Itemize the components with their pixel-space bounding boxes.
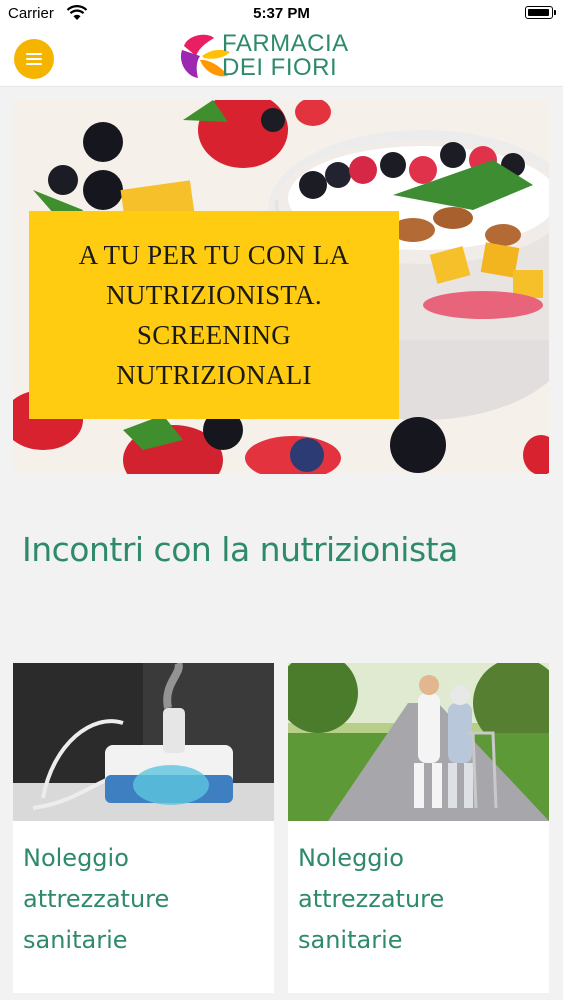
card-rental-equipment-1[interactable]: Noleggio attrezzature sanitarie xyxy=(13,663,274,993)
card-title: Noleggio attrezzature sanitarie xyxy=(298,844,445,954)
hamburger-icon-line xyxy=(26,63,42,65)
hero-banner-text: A TU PER TU CON LA NUTRIZIONISTA. SCREEN… xyxy=(78,240,350,390)
logo-line-2: DEI FIORI xyxy=(222,54,338,81)
app-header: FARMACIA DEI FIORI xyxy=(0,28,563,87)
menu-button[interactable] xyxy=(14,39,54,79)
section-title[interactable]: Incontri con la nutrizionista xyxy=(22,530,552,569)
battery-icon xyxy=(525,6,556,19)
status-bar: Carrier 5:37 PM xyxy=(0,0,563,28)
pharmacy-logo[interactable]: FARMACIA DEI FIORI xyxy=(178,30,368,84)
logo-line-1: FARMACIA xyxy=(222,30,349,57)
hamburger-icon-line xyxy=(26,58,42,60)
logo-text: FARMACIA DEI FIORI xyxy=(222,32,349,80)
hero-banner-image[interactable]: A TU PER TU CON LA NUTRIZIONISTA. SCREEN… xyxy=(13,100,549,474)
hero-banner-box: A TU PER TU CON LA NUTRIZIONISTA. SCREEN… xyxy=(29,211,399,419)
clock: 5:37 PM xyxy=(253,5,310,22)
hamburger-icon-line xyxy=(26,53,42,55)
card-title: Noleggio attrezzature sanitarie xyxy=(23,844,170,954)
elderly-walker-photo xyxy=(288,663,549,821)
card-rental-equipment-2[interactable]: Noleggio attrezzature sanitarie xyxy=(288,663,549,993)
nebulizer-photo xyxy=(13,663,274,821)
